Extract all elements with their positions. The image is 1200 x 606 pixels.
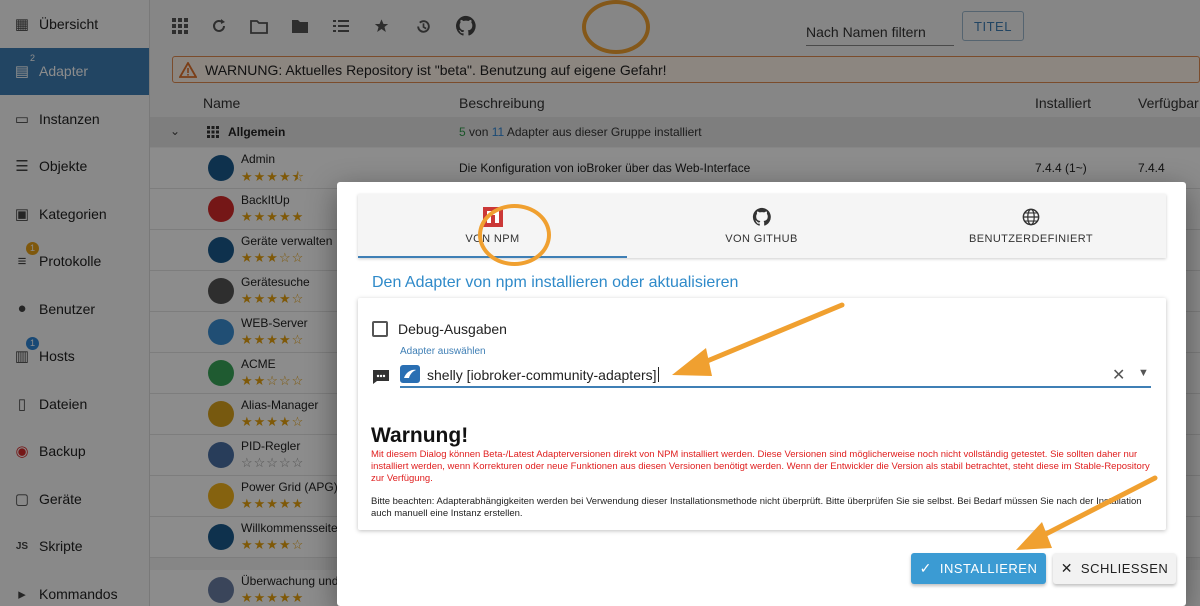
npm-highlight-circle [478, 204, 551, 266]
message-icon [373, 370, 389, 384]
dialog-title: Den Adapter von npm installieren oder ak… [372, 274, 739, 291]
github-icon [752, 207, 772, 227]
debug-checkbox[interactable] [372, 321, 388, 337]
install-button[interactable]: ✓ INSTALLIEREN [911, 553, 1046, 584]
install-button-label: INSTALLIEREN [939, 561, 1038, 576]
tab-benutzerdefiniert[interactable]: BENUTZERDEFINIERT [896, 194, 1166, 258]
close-button[interactable]: ✕ SCHLIESSEN [1053, 553, 1176, 584]
dependency-note-text: Bitte beachten: Adapterabhängigkeiten we… [371, 496, 1142, 519]
tab-label: VON GITHUB [725, 233, 798, 245]
adapter-select[interactable]: shelly [iobroker-community-adapters] ✕ ▼ [400, 362, 1151, 388]
check-icon: ✓ [919, 560, 932, 576]
beta-warning-text: Mit diesem Dialog können Beta-/Latest Ad… [371, 449, 1150, 484]
install-adapter-dialog: VON NPM VON GITHUB BENUTZERDEFINIERT Den… [337, 182, 1186, 606]
tab-von-github[interactable]: VON GITHUB [627, 194, 896, 258]
warning-heading: Warnung! [371, 424, 469, 447]
adapter-select-label: Adapter auswählen [400, 346, 486, 357]
globe-icon [1021, 207, 1041, 227]
clear-selection-icon[interactable]: ✕ [1112, 365, 1125, 385]
close-icon: ✕ [1060, 560, 1073, 576]
dropdown-caret-icon[interactable]: ▼ [1138, 367, 1149, 379]
debug-checkbox-label[interactable]: Debug-Ausgaben [398, 321, 507, 337]
shelly-logo-icon [400, 365, 420, 383]
close-button-label: SCHLIESSEN [1080, 561, 1169, 576]
adapter-select-value: shelly [iobroker-community-adapters] [427, 367, 657, 383]
install-source-tabs: VON NPM VON GITHUB BENUTZERDEFINIERT [358, 194, 1166, 266]
tab-label: BENUTZERDEFINIERT [969, 233, 1093, 245]
npm-install-card: Debug-Ausgaben Adapter auswählen shelly … [358, 298, 1166, 530]
